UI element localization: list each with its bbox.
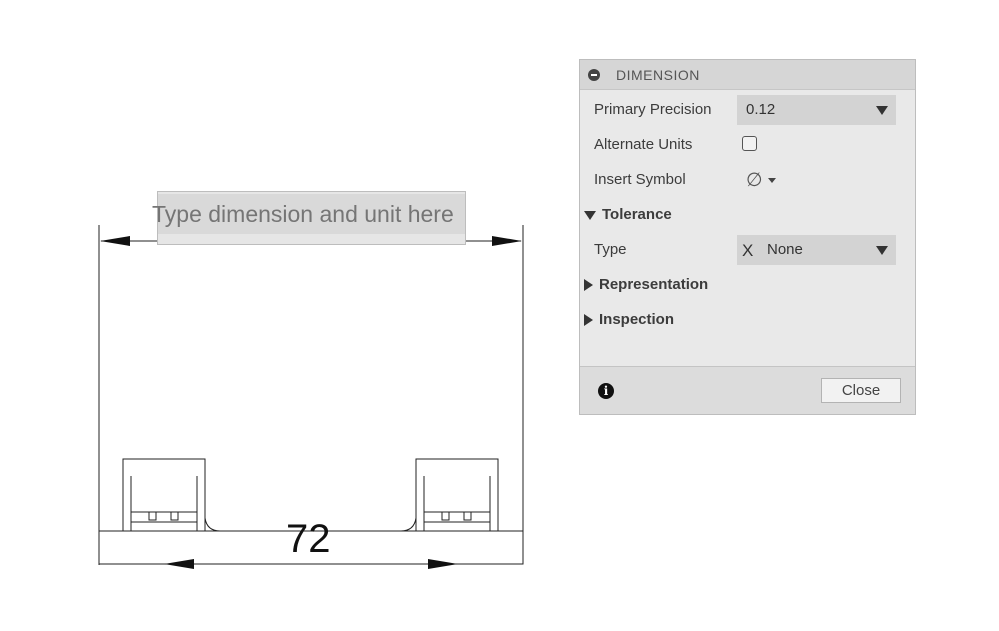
panel-title: DIMENSION: [616, 67, 700, 83]
top-dimension-arrow-right: [492, 236, 522, 246]
chevron-down-icon: [876, 106, 888, 115]
alternate-units-label: Alternate Units: [594, 136, 693, 153]
info-icon[interactable]: i: [598, 383, 614, 399]
tolerance-type-select[interactable]: X None: [737, 235, 896, 265]
expanded-triangle-icon: [584, 210, 596, 220]
primary-precision-label: Primary Precision: [594, 101, 712, 118]
tolerance-type-label: Type: [594, 241, 627, 258]
panel-footer: i Close: [580, 366, 915, 414]
chevron-down-icon: [876, 246, 888, 255]
insert-symbol-label: Insert Symbol: [594, 171, 686, 188]
tolerance-type-value: None: [767, 241, 803, 258]
collapsed-triangle-icon: [584, 279, 593, 292]
bottom-dimension-arrow-left: [164, 559, 194, 569]
symbol-dropdown-icon[interactable]: [768, 178, 776, 183]
collapsed-triangle-icon: [584, 314, 593, 327]
representation-label: Representation: [599, 276, 709, 293]
bottom-dimension-value[interactable]: 72: [286, 515, 331, 563]
left-bracket[interactable]: [122, 458, 221, 532]
representation-section-toggle[interactable]: Representation: [584, 276, 708, 293]
dimension-value-input[interactable]: [152, 196, 472, 232]
top-dimension-arrow-left: [100, 236, 130, 246]
inspection-section-toggle[interactable]: Inspection: [584, 311, 674, 328]
tolerance-label: Tolerance: [602, 206, 672, 223]
none-x-icon: X: [742, 241, 754, 260]
bottom-dimension-arrow-right: [428, 559, 458, 569]
panel-header: DIMENSION: [580, 60, 915, 90]
primary-precision-select[interactable]: 0.12: [737, 95, 896, 125]
primary-precision-value: 0.12: [746, 101, 776, 118]
diameter-symbol-icon[interactable]: ∅: [746, 169, 763, 192]
alternate-units-checkbox[interactable]: [742, 136, 757, 151]
right-bracket[interactable]: [400, 458, 499, 532]
dimension-text-editor[interactable]: [152, 191, 472, 245]
close-button[interactable]: Close: [821, 378, 901, 403]
tolerance-section-toggle[interactable]: Tolerance: [584, 206, 672, 223]
dimension-panel: DIMENSION Primary Precision 0.12 Alterna…: [579, 59, 916, 415]
collapse-panel-icon[interactable]: [588, 69, 600, 81]
inspection-label: Inspection: [599, 311, 675, 328]
